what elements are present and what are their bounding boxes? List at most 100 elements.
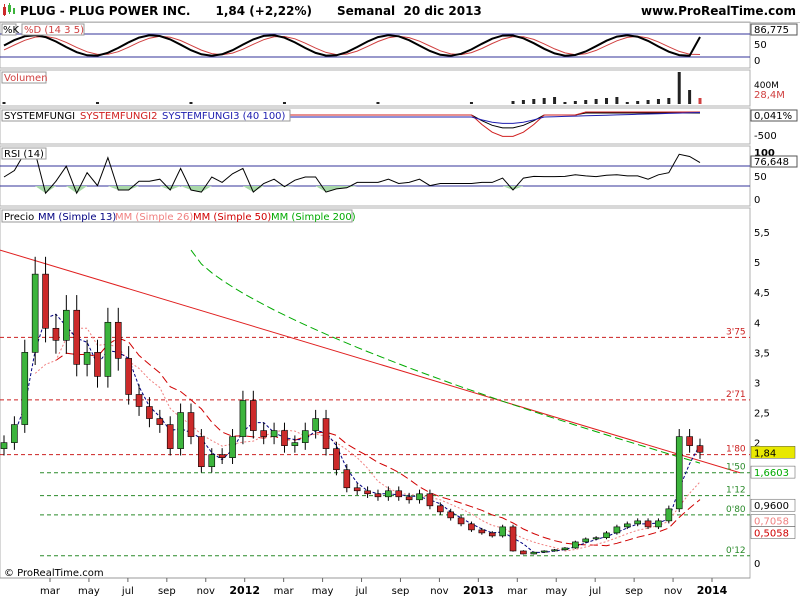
candle <box>426 489 434 510</box>
price-axis-tick: 3 <box>754 378 760 389</box>
price-axis-tick: 2,5 <box>754 409 770 420</box>
candle <box>468 521 475 532</box>
candle <box>395 486 403 501</box>
level-label: 3'75 <box>726 327 746 337</box>
mm200-line <box>190 249 701 464</box>
level-label: 1'50 <box>726 463 746 473</box>
volume-bar <box>615 97 619 104</box>
x-axis-label: may <box>78 586 100 597</box>
candle <box>104 307 112 388</box>
candle <box>343 464 351 493</box>
x-axis-label: sep <box>625 586 643 597</box>
candle <box>436 502 444 515</box>
candle <box>31 256 39 366</box>
x-axis-label: mar <box>507 586 528 597</box>
candle <box>478 527 486 535</box>
candle <box>239 390 247 445</box>
volume-bar <box>563 102 567 104</box>
price-right-labels: 1,84 1,6603 0,9600 0,70580,5058 <box>750 446 796 540</box>
volume-panel-frame <box>0 69 751 107</box>
candle <box>125 346 132 405</box>
stoch-axis-0: 0 <box>754 56 760 67</box>
rsi-line <box>3 152 701 195</box>
x-axis-label: may <box>312 586 334 597</box>
x-axis-label: nov <box>664 586 682 597</box>
price-axis-tick: 4,5 <box>754 288 770 299</box>
x-axis: mar may jul sep nov 2012 mar may jul sep nov 2013 ma… <box>0 577 750 597</box>
candle <box>301 422 309 450</box>
candle <box>250 390 257 439</box>
price-legend-mm200: MM (Simple 200) <box>271 212 356 223</box>
candle <box>135 384 143 416</box>
volume-bar <box>646 100 650 104</box>
rsi-value-label: 76,648 <box>754 157 789 168</box>
candle <box>655 518 662 530</box>
stoch-legend-d: %D (14 3 5) <box>24 25 84 36</box>
candle <box>73 295 81 377</box>
volume-bar <box>584 100 588 104</box>
x-axis-label: jul <box>355 586 368 597</box>
candle <box>21 339 29 433</box>
volume-bars <box>2 72 702 104</box>
candle <box>42 256 49 343</box>
candle <box>540 550 548 553</box>
volume-bar <box>573 101 577 104</box>
ma200-label: 1,6603 <box>754 468 789 479</box>
candle <box>572 540 579 549</box>
rsi-oversold-fill <box>4 186 700 194</box>
volume-bar <box>553 97 557 104</box>
candle <box>499 524 506 538</box>
candle <box>114 307 122 371</box>
systemfungi-panel: SYSTEMFUNGI SYSTEMFUNGI2 SYSTEMFUNGI3 (4… <box>1 109 798 142</box>
stoch-value-label: 86,775 <box>754 25 789 36</box>
candle <box>416 489 423 504</box>
price-legend-mm13: MM (Simple 13) <box>38 212 116 223</box>
level-label: 0'12 <box>726 546 746 556</box>
candle <box>353 483 361 496</box>
candle <box>520 550 527 555</box>
x-axis-label: jul <box>588 586 601 597</box>
chart-area[interactable]: %K %D (14 3 5) 100 50 0 86,775 Volumen 4… <box>0 0 800 600</box>
candle <box>11 416 18 450</box>
candle <box>623 521 631 530</box>
candle <box>696 438 704 459</box>
volume-bar <box>625 102 629 104</box>
level-label: 1'80 <box>726 445 746 455</box>
x-axis-label: may <box>545 586 567 597</box>
x-axis-label: jul <box>121 586 134 597</box>
x-axis-label: nov <box>430 586 448 597</box>
volume-bar <box>594 99 598 104</box>
candle <box>603 531 610 540</box>
volume-value-label: 28,4M <box>754 90 785 101</box>
sf-legend-1: SYSTEMFUNGI <box>4 111 75 122</box>
price-axis-tick: 0 <box>754 559 760 570</box>
price-axis-tick: 4 <box>754 318 760 329</box>
stoch-panel-frame <box>0 21 751 69</box>
volume-bar <box>521 100 525 104</box>
sf-value-label: 0,041% <box>754 111 792 122</box>
price-axis-tick: 5 <box>754 258 760 269</box>
price-legend-mm26: MM (Simple 26) <box>115 212 193 223</box>
x-axis-label: 2014 <box>697 584 728 597</box>
candle <box>187 403 195 445</box>
candle <box>166 416 174 456</box>
stoch-panel: %K %D (14 3 5) 100 50 0 86,775 <box>0 23 798 67</box>
candle <box>0 435 8 456</box>
x-axis-label: 2013 <box>463 584 494 597</box>
level-label: 2'71 <box>726 390 746 400</box>
candle <box>177 403 184 456</box>
candle <box>270 422 278 445</box>
volume-bar <box>469 102 473 104</box>
candle <box>675 429 683 513</box>
copyright-text: © ProRealTime.com <box>4 568 104 579</box>
x-axis-label: nov <box>197 586 215 597</box>
ma13b-label: 0,9600 <box>754 501 789 512</box>
ma50-label: 0,5058 <box>754 529 789 540</box>
candle <box>322 409 330 456</box>
sf-legend-2: SYSTEMFUNGI2 <box>80 111 157 122</box>
volume-bar <box>656 99 660 104</box>
ma26-label: 0,7058 <box>754 517 789 528</box>
candle <box>665 505 673 524</box>
volume-bar <box>698 98 702 104</box>
stoch-axis-50: 50 <box>754 40 767 51</box>
